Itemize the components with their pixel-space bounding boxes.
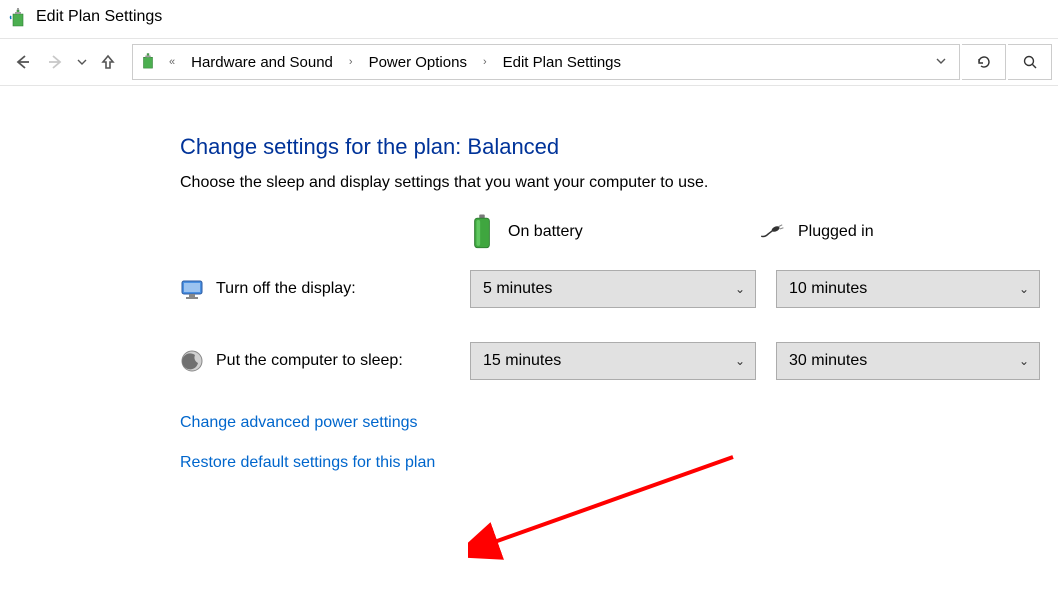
breadcrumb-edit-plan-settings[interactable]: Edit Plan Settings xyxy=(499,52,625,73)
select-value: 15 minutes xyxy=(483,352,561,370)
select-display-plugged[interactable]: 10 minutes ⌄ xyxy=(776,270,1040,308)
breadcrumb-chevron-icon[interactable]: › xyxy=(343,56,359,68)
battery-icon xyxy=(470,220,494,244)
select-value: 30 minutes xyxy=(789,352,867,370)
breadcrumb-chevron-icon[interactable]: › xyxy=(477,56,493,68)
chevron-down-icon: ⌄ xyxy=(735,354,745,368)
power-options-icon xyxy=(8,6,28,28)
select-display-battery[interactable]: 5 minutes ⌄ xyxy=(470,270,756,308)
column-header-battery: On battery xyxy=(508,223,583,241)
page-title: Change settings for the plan: Balanced xyxy=(180,134,1058,160)
recent-locations-dropdown[interactable] xyxy=(74,46,90,78)
window-title: Edit Plan Settings xyxy=(36,8,162,26)
back-button[interactable] xyxy=(6,46,38,78)
plug-icon xyxy=(760,220,784,244)
select-sleep-plugged[interactable]: 30 minutes ⌄ xyxy=(776,342,1040,380)
breadcrumb-hardware-and-sound[interactable]: Hardware and Sound xyxy=(187,52,337,73)
page-subtitle: Choose the sleep and display settings th… xyxy=(180,174,1058,192)
row-label-sleep: Put the computer to sleep: xyxy=(216,352,403,370)
up-button[interactable] xyxy=(92,46,124,78)
row-label-display: Turn off the display: xyxy=(216,280,356,298)
link-change-advanced-power-settings[interactable]: Change advanced power settings xyxy=(180,414,1058,432)
display-icon xyxy=(180,277,204,301)
select-sleep-battery[interactable]: 15 minutes ⌄ xyxy=(470,342,756,380)
chevron-down-icon: ⌄ xyxy=(1019,354,1029,368)
select-value: 5 minutes xyxy=(483,280,552,298)
chevron-down-icon: ⌄ xyxy=(735,282,745,296)
breadcrumb-chevron-icon[interactable]: « xyxy=(163,56,181,68)
power-options-icon xyxy=(139,50,157,74)
address-bar-dropdown[interactable] xyxy=(935,54,953,71)
toolbar: « Hardware and Sound › Power Options › E… xyxy=(0,38,1058,86)
select-value: 10 minutes xyxy=(789,280,867,298)
search-button[interactable] xyxy=(1008,44,1052,80)
forward-button[interactable] xyxy=(40,46,72,78)
address-bar[interactable]: « Hardware and Sound › Power Options › E… xyxy=(132,44,960,80)
link-restore-default-settings[interactable]: Restore default settings for this plan xyxy=(180,454,1058,472)
column-header-plugged-in: Plugged in xyxy=(798,223,874,241)
chevron-down-icon: ⌄ xyxy=(1019,282,1029,296)
sleep-icon xyxy=(180,349,204,373)
refresh-button[interactable] xyxy=(962,44,1006,80)
breadcrumb-power-options[interactable]: Power Options xyxy=(365,52,471,73)
